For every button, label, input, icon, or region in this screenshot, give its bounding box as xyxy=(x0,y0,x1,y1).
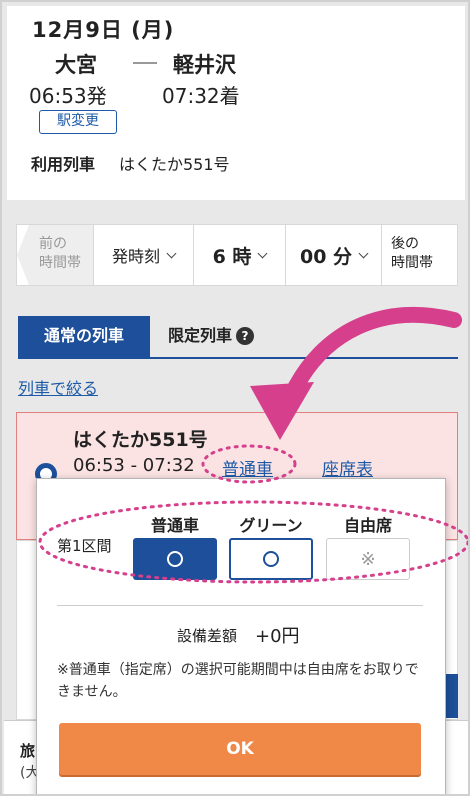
departure-time: 06:53発 xyxy=(29,84,107,108)
divider xyxy=(57,605,423,606)
minute-select[interactable]: 00 分 xyxy=(285,225,381,285)
price-diff-value: +0円 xyxy=(255,626,300,647)
trip-summary-card: 12月9日 (月) 大宮 軽井沢 06:53発 07:32着 駅変更 利用列車 … xyxy=(7,6,465,200)
train-label: 利用列車 xyxy=(31,155,96,174)
green-seat-option[interactable] xyxy=(229,538,313,580)
chevron-down-icon xyxy=(166,248,177,258)
station-change-button[interactable]: 駅変更 xyxy=(39,110,117,134)
col-nonreserved-header: 自由席 xyxy=(343,516,392,535)
section-label: 第1区間 xyxy=(57,537,112,555)
col-green-header: グリーン xyxy=(239,516,303,535)
price-diff-label: 設備差額 xyxy=(177,627,238,645)
seat-map-link[interactable]: 座席表 xyxy=(322,455,373,480)
travel-date: 12月9日 (月) xyxy=(32,18,175,42)
time-selector: 前の 時間帯 発時刻 6 時 00 分 後の 時間帯 xyxy=(16,224,458,286)
col-ordinary-header: 普通車 xyxy=(150,516,199,535)
train-name: はくたか551号 xyxy=(73,429,208,451)
filter-by-train-link[interactable]: 列車で絞る xyxy=(18,375,98,399)
tab-normal-trains[interactable]: 通常の列車 xyxy=(18,316,150,358)
arrival-time: 07:32着 xyxy=(162,84,240,108)
next-time-label: 後の 時間帯 xyxy=(391,236,433,271)
unavailable-icon: ※ xyxy=(360,548,376,570)
chevron-down-icon xyxy=(358,248,369,258)
circle-icon xyxy=(167,551,183,567)
route-dash xyxy=(133,62,157,64)
ok-button[interactable]: OK xyxy=(59,723,421,775)
arrival-station: 軽井沢 xyxy=(173,53,236,77)
prev-time-label: 前の 時間帯 xyxy=(39,236,81,271)
departure-station: 大宮 xyxy=(55,53,97,77)
hour-select[interactable]: 6 時 xyxy=(193,225,285,285)
seat-select-popup: 第1区間 普通車 グリーン 自由席 ※ 設備差額 +0円 ※普通車（指定席）の選… xyxy=(36,478,446,794)
notice-text: ※普通車（指定席）の選択可能期間中は自由席をお取りできません。 xyxy=(57,662,419,700)
app-frame: 12月9日 (月) 大宮 軽井沢 06:53発 07:32着 駅変更 利用列車 … xyxy=(0,0,470,796)
pointer-arrow xyxy=(284,306,462,402)
tab-underline xyxy=(18,357,458,359)
tab-limited-trains[interactable]: 限定列車? xyxy=(168,316,255,358)
bottom-text-1: 旅 xyxy=(20,742,36,760)
chevron-down-icon xyxy=(257,248,268,258)
seat-type-link[interactable]: 普通車 xyxy=(222,455,273,480)
circle-icon xyxy=(263,551,279,567)
train-time: 06:53 - 07:32 xyxy=(73,455,195,476)
help-icon[interactable]: ? xyxy=(236,327,255,345)
ordinary-seat-option[interactable] xyxy=(133,538,217,580)
nonreserved-seat-option: ※ xyxy=(326,538,410,580)
train-value: はくたか551号 xyxy=(119,155,230,174)
mode-select[interactable]: 発時刻 xyxy=(93,225,193,285)
